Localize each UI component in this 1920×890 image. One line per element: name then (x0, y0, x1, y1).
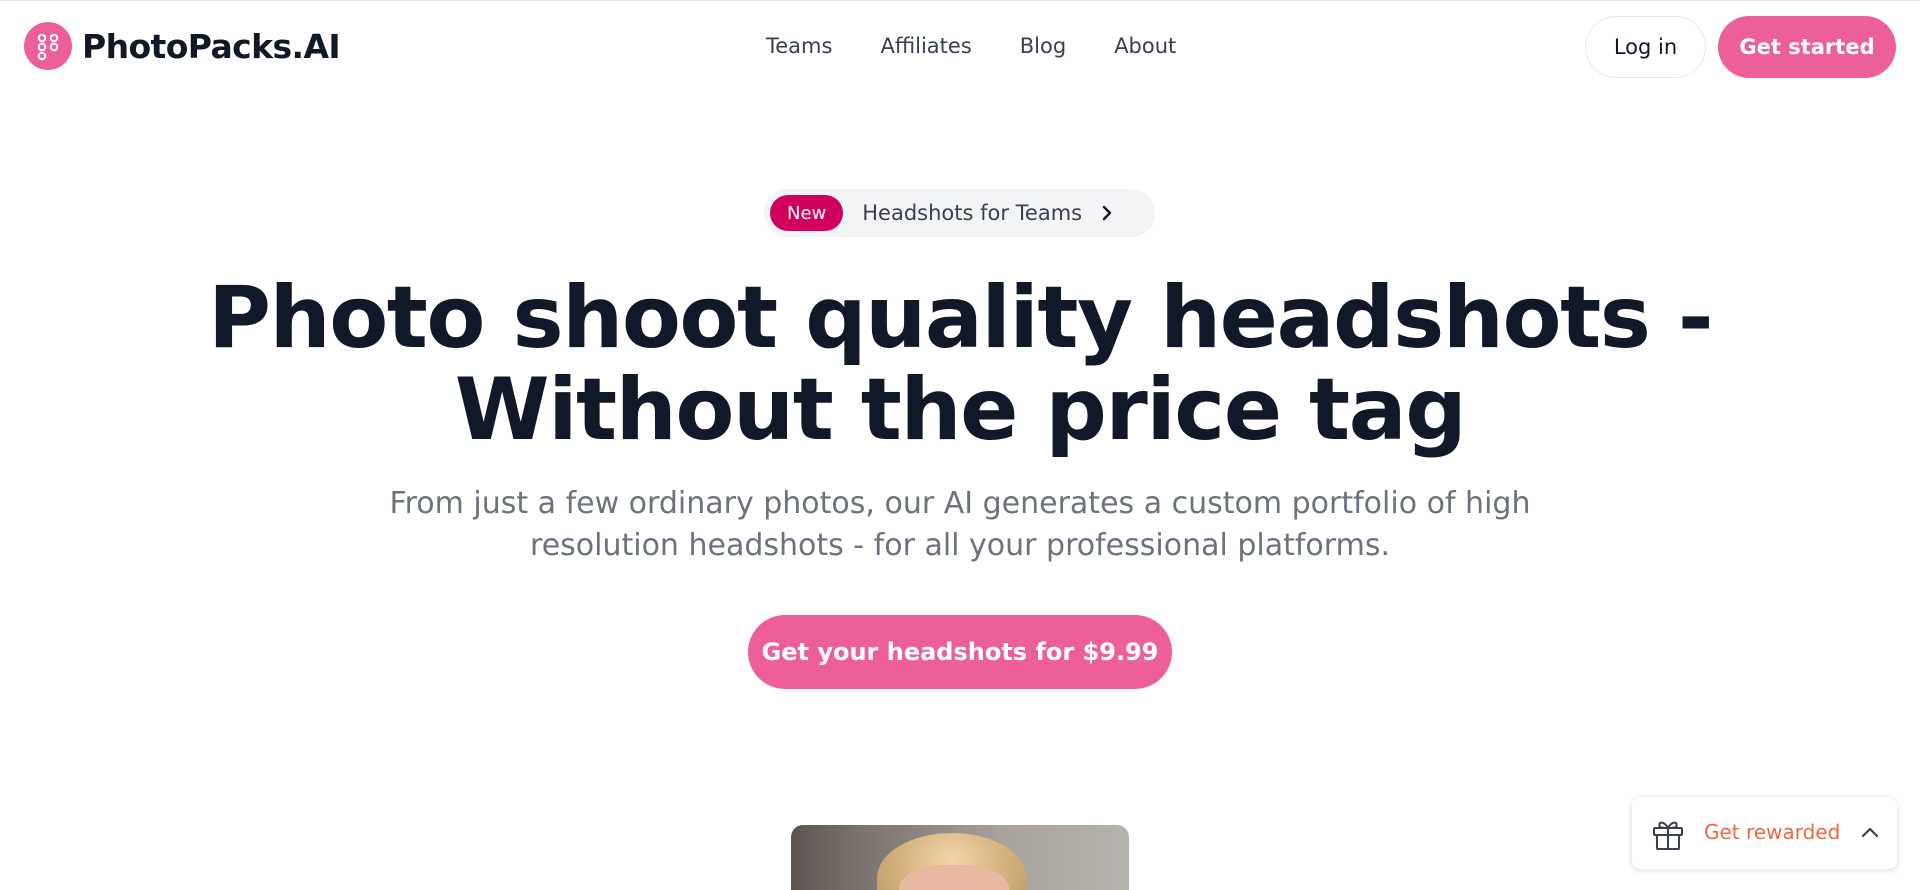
brand-name: PhotoPacks.AI (82, 26, 341, 66)
login-button[interactable]: Log in (1585, 16, 1706, 78)
nav-link-blog[interactable]: Blog (1020, 34, 1066, 58)
hero-title: Photo shoot quality headshots - Without … (160, 272, 1760, 456)
announcement-text: Headshots for Teams (862, 201, 1083, 225)
page: PhotoPacks.AI Teams Affiliates Blog Abou… (0, 0, 1920, 890)
get-headshots-button[interactable]: Get your headshots for $9.99 (748, 615, 1172, 689)
nav-link-affiliates[interactable]: Affiliates (880, 34, 971, 58)
hero-title-line-1: Photo shoot quality headshots - (207, 268, 1714, 368)
rewards-widget[interactable]: Get rewarded (1632, 797, 1897, 869)
chevron-up-icon[interactable] (1860, 823, 1880, 843)
site-header: PhotoPacks.AI Teams Affiliates Blog Abou… (0, 0, 1920, 94)
chevron-right-icon (1100, 205, 1114, 221)
nav-link-teams[interactable]: Teams (766, 34, 832, 58)
logo[interactable]: PhotoPacks.AI (24, 22, 341, 70)
headshot-preview-image (791, 825, 1129, 890)
logo-icon (24, 22, 72, 70)
new-badge: New (770, 195, 844, 231)
hero-subtitle: From just a few ordinary photos, our AI … (330, 483, 1590, 567)
get-started-button[interactable]: Get started (1718, 16, 1896, 78)
announcement-pill[interactable]: New Headshots for Teams (764, 189, 1155, 237)
rewards-label: Get rewarded (1704, 820, 1841, 844)
main-nav: Teams Affiliates Blog About (766, 30, 1176, 62)
hero-subtitle-line-1: From just a few ordinary photos, our AI … (389, 486, 1531, 521)
gift-icon (1650, 816, 1686, 852)
hero-title-line-2: Without the price tag (454, 360, 1467, 460)
nav-link-about[interactable]: About (1114, 34, 1176, 58)
hero-subtitle-line-2: resolution headshots - for all your prof… (530, 528, 1390, 563)
